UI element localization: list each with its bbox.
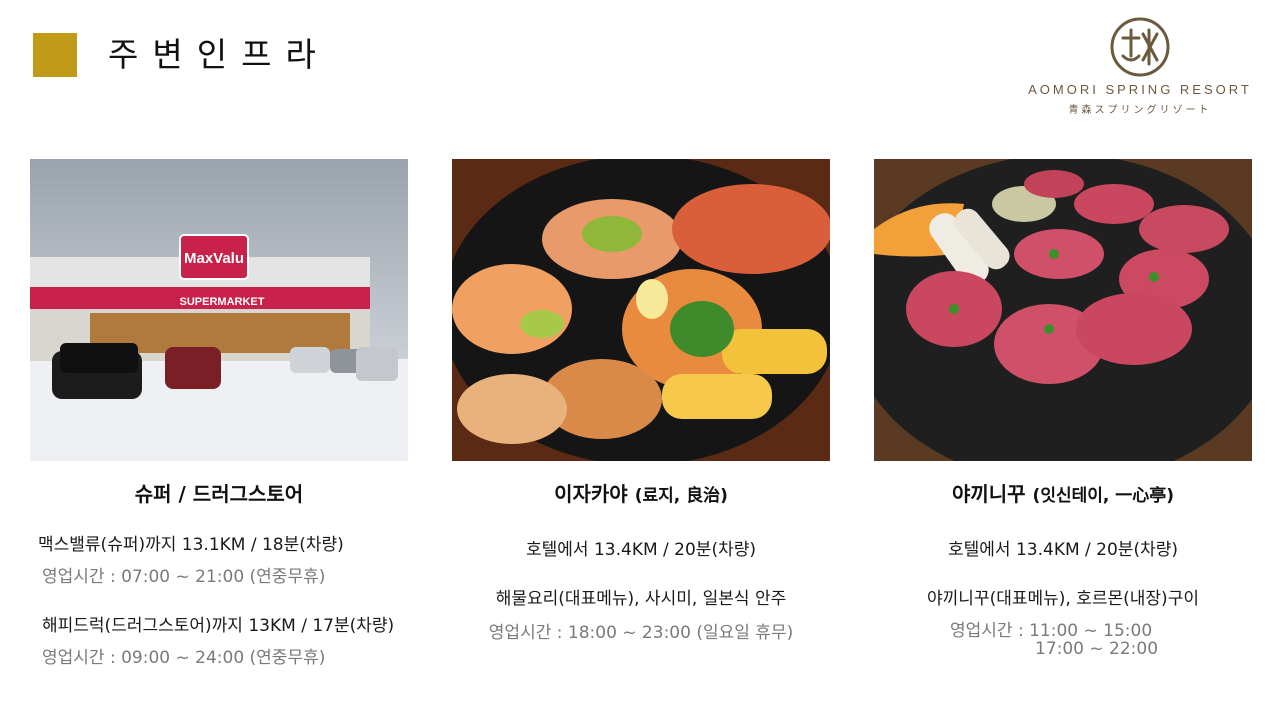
izakaya-distance: 호텔에서 13.4KM / 20분(차량) xyxy=(526,540,756,560)
resort-logo: AOMORI SPRING RESORT 青森スプリングリゾート xyxy=(1012,16,1268,116)
supermarket-photo: MaxValu SUPERMARKET xyxy=(30,159,408,461)
yakiniku-photo xyxy=(874,159,1252,461)
section-heading-subtitle: (잇신테이, 一心亭) xyxy=(1032,486,1175,506)
store-sign-brand: MaxValu xyxy=(184,250,244,267)
izakaya-hours: 영업시간 : 18:00 ~ 23:00 (일요일 휴무) xyxy=(488,623,794,643)
section-heading-supermarket: 슈퍼 / 드러그스토어 xyxy=(30,478,408,507)
yakiniku-distance: 호텔에서 13.4KM / 20분(차량) xyxy=(948,540,1178,560)
logo-name-en: AOMORI SPRING RESORT xyxy=(1028,82,1252,97)
logo-name-jp: 青森スプリングリゾート xyxy=(1068,105,1212,116)
section-heading-text: 야끼니꾸 xyxy=(951,482,1026,506)
seafood-platter-photo xyxy=(452,159,830,461)
resort-emblem-icon xyxy=(1110,17,1170,77)
page-title: 주변인프라 xyxy=(108,35,330,74)
supermarket-hours: 영업시간 : 07:00 ~ 21:00 (연중무휴) xyxy=(42,567,326,587)
izakaya-menu: 해물요리(대표메뉴), 사시미, 일본식 안주 xyxy=(495,589,787,609)
yakiniku-hours-dinner: 17:00 ~ 22:00 xyxy=(1035,639,1159,659)
drugstore-hours: 영업시간 : 09:00 ~ 24:00 (연중무휴) xyxy=(42,648,326,668)
store-sign-type: SUPERMARKET xyxy=(180,296,265,308)
yakiniku-menu: 야끼니꾸(대표메뉴), 호르몬(내장)구이 xyxy=(927,589,1199,609)
supermarket-distance: 맥스밸류(슈퍼)까지 13.1KM / 18분(차량) xyxy=(38,535,344,555)
title-accent-square xyxy=(33,33,77,77)
section-heading-subtitle: (료지, 良治) xyxy=(634,486,728,506)
section-heading-text: 이자카야 xyxy=(554,482,628,506)
section-heading-yakiniku: 야끼니꾸 (잇신테이, 一心亭) xyxy=(874,478,1252,507)
section-heading-text: 슈퍼 / 드러그스토어 xyxy=(134,482,304,506)
drugstore-distance: 해피드럭(드러그스토어)까지 13KM / 17분(차량) xyxy=(42,616,395,636)
yakiniku-hours-lunch: 영업시간 : 11:00 ~ 15:00 xyxy=(950,621,1153,641)
section-heading-izakaya: 이자카야 (료지, 良治) xyxy=(452,478,830,507)
